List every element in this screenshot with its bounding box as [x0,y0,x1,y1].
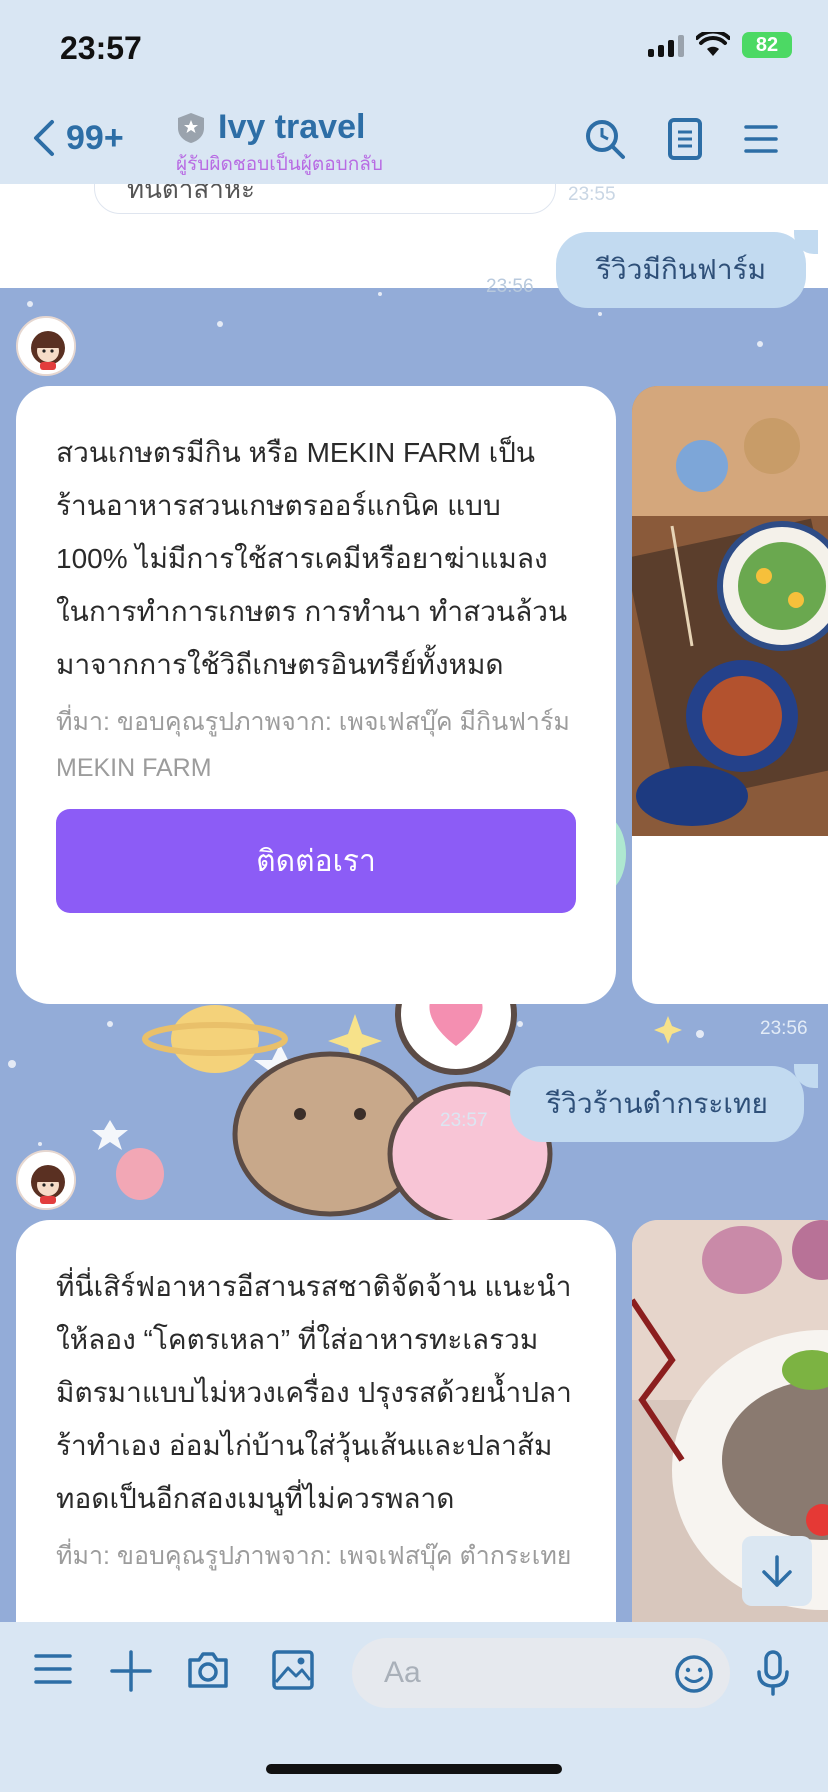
header-actions [584,118,778,160]
card-body-text: ที่นี่เสิร์ฟอาหารอีสานรสชาติจัดจ้าน แนะน… [56,1271,572,1514]
timestamp: 23:55 [568,184,616,205]
card-body-text: สวนเกษตรมีกิน หรือ MEKIN FARM เป็นร้านอา… [56,437,568,680]
cellular-signal-icon [648,33,684,57]
card-source-text: ที่มา: ขอบคุณรูปภาพจาก: เพจเฟสบุ๊ค ตำกระ… [56,1542,572,1570]
input-bar [0,1622,828,1792]
rich-message-card: ที่นี่เสิร์ฟอาหารอีสานรสชาติจัดจ้าน แนะน… [16,1220,616,1622]
avatar[interactable] [16,316,76,376]
search-icon[interactable] [584,118,626,160]
chat-title-area[interactable]: Ivy travel ผู้รับผิดชอบเป็นผู้ตอบกลับ [176,108,383,179]
microphone-icon[interactable] [756,1650,790,1696]
timestamp: 23:56 [760,1018,808,1039]
status-icons: 82 [648,32,792,58]
card-source-text: ที่มา: ขอบคุณรูปภาพจาก: เพจเฟสบุ๊ค มีกิน… [56,708,570,782]
image-icon[interactable] [272,1650,314,1690]
timestamp: 23:57 [440,1110,488,1131]
sent-message[interactable]: รีวิวร้านตำกระเทย [510,1066,804,1142]
avatar[interactable] [16,1150,76,1210]
card-photo[interactable] [632,386,828,836]
home-indicator [266,1764,562,1774]
chat-title: Ivy travel [218,108,366,146]
top-bar: 23:57 82 99+ Ivy travel ผู้รับผิดชอบเป็น… [0,0,828,184]
battery-indicator: 82 [742,32,792,58]
chevron-left-icon [34,120,54,156]
chat-subtitle: ผู้รับผิดชอบเป็นผู้ตอบกลับ [176,154,383,175]
emoji-icon[interactable] [674,1654,714,1694]
sent-message[interactable]: รีวิวมีกินฟาร์ม [556,232,806,308]
wifi-icon [696,32,730,56]
official-shield-icon [178,112,204,143]
card-photo-footer [632,836,828,1004]
camera-icon[interactable] [186,1650,230,1690]
food-photo-image [632,386,828,836]
status-time: 23:57 [60,30,142,66]
rich-message-card: สวนเกษตรมีกิน หรือ MEKIN FARM เป็นร้านอา… [16,386,616,1004]
message-text: รีวิวร้านตำกระเทย [546,1088,768,1119]
back-button[interactable]: 99+ [32,118,124,158]
message-text: รีวิวมีกินฟาร์ม [595,254,767,285]
unread-count: 99+ [66,118,124,157]
contact-us-button[interactable]: ติดต่อเรา [56,809,576,913]
menu-icon[interactable] [744,124,778,154]
plus-icon[interactable] [110,1650,152,1692]
menu-icon[interactable] [34,1650,72,1688]
notes-icon[interactable] [668,118,702,160]
scroll-to-bottom-button[interactable] [742,1536,812,1606]
timestamp: 23:56 [486,276,534,297]
arrow-down-icon [762,1555,792,1587]
